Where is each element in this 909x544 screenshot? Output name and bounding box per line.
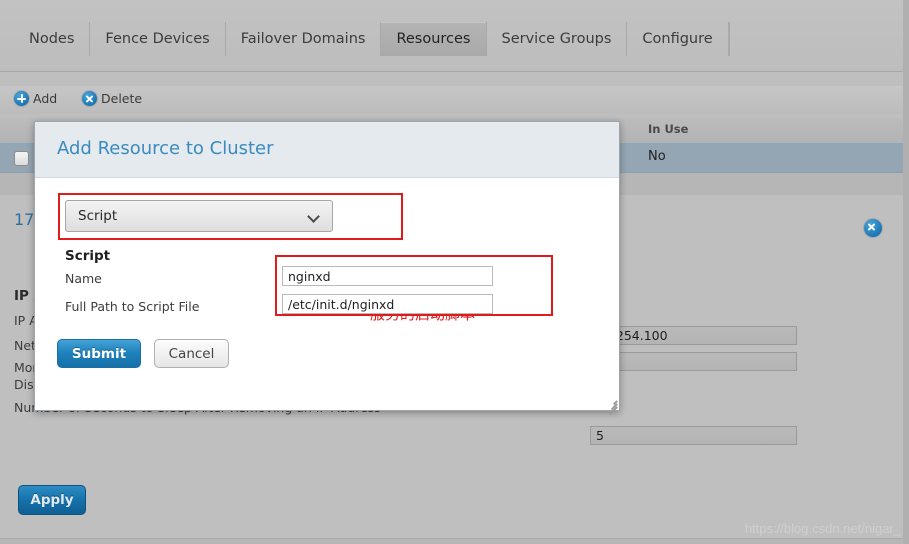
remove-resource-button[interactable] [864,219,882,241]
dialog-body: Script Script 服务的启动脚本 Name nginxd Full P… [35,178,619,415]
resize-grip-icon[interactable] [604,396,618,415]
tab-bar-end-divider [728,22,730,56]
dialog-header: Add Resource to Cluster [35,122,619,178]
tab-service-groups[interactable]: Service Groups [487,22,628,56]
top-navigation-bar: Nodes Fence Devices Failover Domains Res… [0,0,909,72]
page-right-edge [903,0,909,544]
tab-failover-domains-label: Failover Domains [240,31,366,47]
tab-nodes[interactable]: Nodes [14,22,91,56]
watermark-text: https://blog.csdn.net/nigar_ [744,521,901,536]
row-select-checkbox[interactable] [14,151,29,166]
x-circle-icon [82,91,97,106]
detail-field-sleep-seconds[interactable]: 5 [590,426,797,445]
cell-in-use: No [648,149,666,164]
field-label-name: Name [65,271,102,286]
name-input[interactable]: nginxd [282,266,493,286]
column-header-in-use: In Use [648,122,689,136]
apply-button[interactable]: Apply [18,485,86,515]
tab-list: Nodes Fence Devices Failover Domains Res… [14,22,730,56]
delete-resource-label: Delete [101,91,143,106]
cancel-button[interactable]: Cancel [154,339,229,368]
dialog-section-title: Script [65,248,111,264]
add-resource-dialog: Add Resource to Cluster Script Script 服务… [34,121,620,415]
tab-fence-devices[interactable]: Fence Devices [90,22,226,56]
cluster-admin-page: Nodes Fence Devices Failover Domains Res… [0,0,909,544]
tab-resources[interactable]: Resources [381,22,487,56]
script-path-input[interactable]: /etc/init.d/nginxd [282,294,493,314]
plus-circle-icon [14,91,29,106]
x-circle-icon [864,219,882,237]
tab-fence-devices-label: Fence Devices [105,31,210,47]
tab-configure-label: Configure [642,31,713,47]
tab-nodes-label: Nodes [29,31,75,47]
tab-service-groups-label: Service Groups [501,31,612,47]
tab-configure[interactable]: Configure [627,22,729,56]
resource-ip-heading: 17 [14,210,35,229]
detail-label-netmask: Net [14,338,36,353]
page-bottom-edge [0,538,909,544]
tab-resources-label: Resources [396,31,471,47]
detail-field-netmask[interactable] [590,352,797,371]
submit-button[interactable]: Submit [57,339,141,368]
add-resource-label: Add [33,91,58,106]
resource-type-selected-label: Script [78,208,118,224]
delete-resource-button[interactable]: Delete [82,91,142,106]
tab-failover-domains[interactable]: Failover Domains [226,22,382,56]
resource-type-select[interactable]: Script [65,200,333,232]
dialog-title: Add Resource to Cluster [57,138,274,159]
submit-button-label: Submit [71,345,127,362]
chevron-down-icon [307,210,320,223]
field-label-script-path: Full Path to Script File [65,299,200,314]
detail-field-ip-address[interactable]: 25.254.100 [590,326,797,345]
add-resource-button[interactable]: Add [14,91,57,106]
cancel-button-label: Cancel [168,345,215,362]
resource-action-bar: Add Delete [0,86,909,114]
apply-button-label: Apply [30,492,74,508]
